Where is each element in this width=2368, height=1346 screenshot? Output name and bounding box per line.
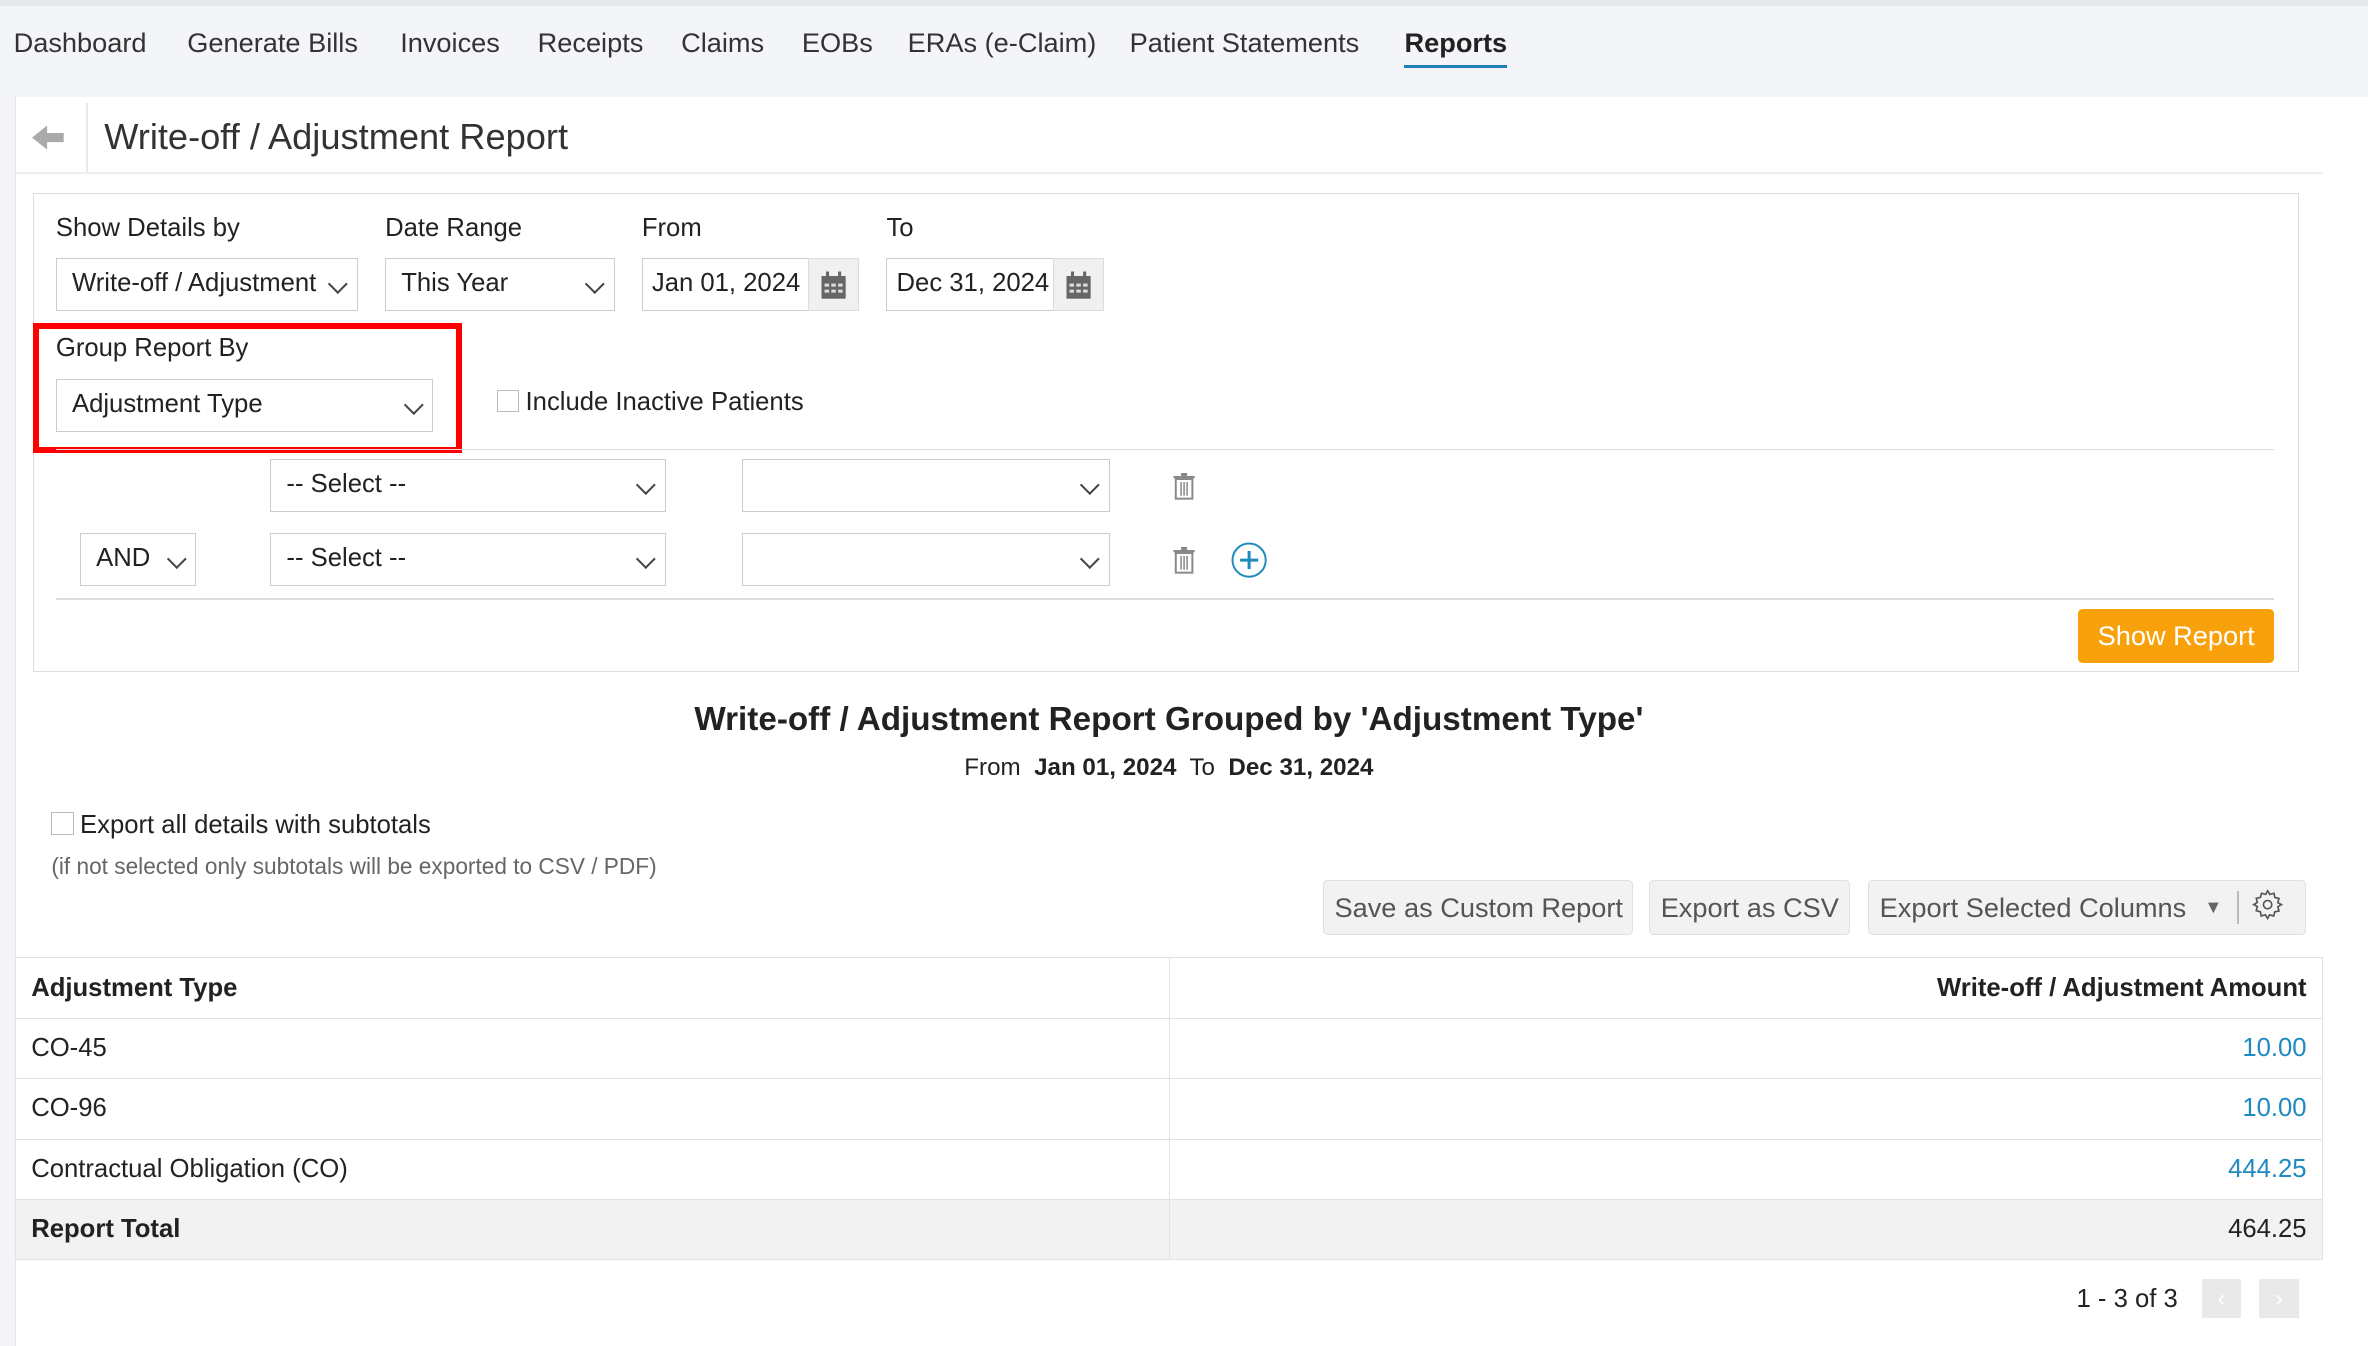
pagination-text: 1 - 3 of 3 [2077,1285,2178,1314]
chevron-right-icon: › [2275,1285,2283,1313]
select-value: -- Select -- [286,544,406,572]
gear-icon[interactable] [2251,888,2284,928]
divider [15,172,2323,174]
nav-reports[interactable]: Reports [1404,27,1507,68]
nav-generate-bills[interactable]: Generate Bills [187,27,358,59]
chevron-down-icon [585,275,604,294]
nav-dashboard[interactable]: Dashboard [14,27,147,59]
calendar-icon[interactable] [808,258,859,311]
column-header: Write-off / Adjustment Amount [1169,958,2322,1018]
group-report-select[interactable]: Adjustment Type [56,379,434,432]
report-from-date: Jan 01, 2024 [1034,754,1176,781]
chevron-down-icon [404,395,423,414]
show-details-value: Write-off / Adjustment [72,269,316,297]
total-row: Report Total464.25 [16,1200,2323,1260]
save-custom-report-button[interactable]: Save as Custom Report [1323,880,1633,934]
nav-claims[interactable]: Claims [681,27,764,59]
filter-field-select-1[interactable]: -- Select -- [270,459,666,512]
date-range-label: Date Range [385,214,522,243]
report-to-date: Dec 31, 2024 [1228,754,1373,781]
table-row: Contractual Obligation (CO)444.25 [16,1139,2323,1199]
from-word: From [964,754,1020,781]
show-details-select[interactable]: Write-off / Adjustment [56,258,358,311]
group-report-value: Adjustment Type [72,390,263,418]
export-selected-columns-button[interactable]: Export Selected Columns ▼ [1868,880,2306,934]
conjunction-select[interactable]: AND [80,533,196,586]
amount-link[interactable]: 10.00 [1169,1079,2322,1139]
to-date-input[interactable]: Dec 31, 2024 [886,258,1054,311]
chevron-down-icon [637,475,656,494]
export-selected-label: Export Selected Columns [1880,892,2187,924]
total-amount: 464.25 [1169,1200,2322,1260]
conjunction-value: AND [96,544,150,572]
chevron-down-icon [167,549,186,568]
prev-page-button[interactable]: ‹ [2202,1279,2241,1318]
export-all-checkbox[interactable] [51,812,74,835]
chevron-left-icon: ‹ [2217,1285,2225,1313]
caret-down-icon: ▼ [2204,897,2222,918]
date-range-select[interactable]: This Year [385,258,615,311]
amount-link[interactable]: 444.25 [1169,1139,2322,1199]
back-arrow-icon[interactable] [32,124,65,158]
chevron-down-icon [1081,475,1100,494]
chevron-down-icon [1081,549,1100,568]
include-inactive-checkbox[interactable] [497,390,520,413]
divider [86,103,88,172]
nav-receipts[interactable]: Receipts [538,27,644,59]
show-details-label: Show Details by [56,214,240,243]
top-nav: Dashboard Generate Bills Invoices Receip… [0,6,2368,97]
trash-icon[interactable] [1172,473,1196,507]
to-label: To [886,214,913,243]
report-date-range: From Jan 01, 2024 To Dec 31, 2024 [0,754,2338,782]
divider [56,449,2274,451]
amount-link[interactable]: 10.00 [1169,1018,2322,1078]
adjustment-type-cell: CO-45 [16,1018,1170,1078]
select-value: -- Select -- [286,470,406,498]
adjustment-type-cell: CO-96 [16,1079,1170,1139]
report-table: Adjustment TypeWrite-off / Adjustment Am… [15,957,2323,1260]
app: Dashboard Generate Bills Invoices Receip… [0,0,2368,1346]
date-range-value: This Year [401,269,508,297]
show-report-button[interactable]: Show Report [2078,609,2274,663]
include-inactive-label: Include Inactive Patients [526,388,804,417]
nav-invoices[interactable]: Invoices [400,27,500,59]
calendar-icon[interactable] [1053,258,1104,311]
total-label: Report Total [16,1200,1170,1260]
filter-value-select-1[interactable] [742,459,1110,512]
from-label: From [642,214,702,243]
chevron-down-icon [328,275,347,294]
report-title: Write-off / Adjustment Report Grouped by… [0,701,2338,739]
divider [2237,891,2239,924]
nav-eobs[interactable]: EOBs [802,27,873,59]
export-all-label: Export all details with subtotals [80,811,431,840]
to-word: To [1189,754,1215,781]
export-csv-button[interactable]: Export as CSV [1649,880,1850,934]
adjustment-type-cell: Contractual Obligation (CO) [16,1139,1170,1199]
trash-icon[interactable] [1172,547,1196,581]
add-filter-icon[interactable] [1231,542,1267,585]
page-title: Write-off / Adjustment Report [104,116,568,158]
nav-patient-statements[interactable]: Patient Statements [1130,27,1360,59]
chevron-down-icon [637,549,656,568]
nav-eras[interactable]: ERAs (e-Claim) [908,27,1097,59]
filter-field-select-2[interactable]: -- Select -- [270,533,666,586]
filter-value-select-2[interactable] [742,533,1110,586]
table-header-row: Adjustment TypeWrite-off / Adjustment Am… [16,958,2323,1018]
export-note: (if not selected only subtotals will be … [51,853,656,880]
table-row: CO-4510.00 [16,1018,2323,1078]
next-page-button[interactable]: › [2259,1279,2298,1318]
divider [56,598,2274,600]
from-date-input[interactable]: Jan 01, 2024 [642,258,810,311]
group-report-label: Group Report By [56,334,249,363]
column-header: Adjustment Type [16,958,1170,1018]
table-row: CO-9610.00 [16,1079,2323,1139]
